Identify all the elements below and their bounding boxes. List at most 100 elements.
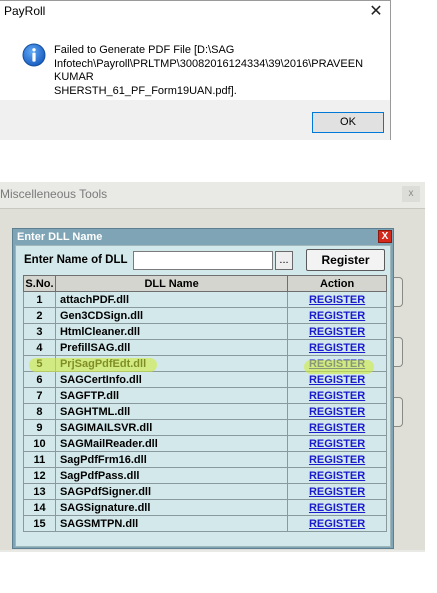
register-link[interactable]: REGISTER	[309, 454, 365, 466]
row-action: REGISTER	[287, 483, 387, 500]
row-sno: 7	[23, 387, 56, 404]
table-row[interactable]: 7 SAGFTP.dll REGISTER	[23, 387, 387, 404]
table-row[interactable]: 11 SagPdfFrm16.dll REGISTER	[23, 451, 387, 468]
ok-button[interactable]: OK	[312, 112, 384, 133]
row-sno: 8	[23, 403, 56, 420]
row-action: REGISTER	[287, 419, 387, 436]
close-icon[interactable]: X	[378, 230, 392, 243]
dll-name-text: SAGHTML.dll	[59, 405, 131, 418]
side-tab[interactable]	[393, 397, 403, 427]
dll-name-text: SagPdfPass.dll	[59, 469, 140, 482]
row-action: REGISTER	[287, 355, 387, 372]
register-link[interactable]: REGISTER	[309, 438, 365, 450]
table-row[interactable]: 8 SAGHTML.dll REGISTER	[23, 403, 387, 420]
row-sno: 11	[23, 451, 56, 468]
row-sno: 13	[23, 483, 56, 500]
message-box-footer: OK	[0, 100, 390, 140]
enter-dll-dialog: Enter DLL Name X Enter Name of DLL ... R…	[12, 228, 394, 549]
table-row[interactable]: 4 PrefillSAG.dll REGISTER	[23, 339, 387, 356]
row-sno: 14	[23, 499, 56, 516]
column-header-sno[interactable]: S.No.	[23, 275, 56, 292]
dll-table: S.No. DLL Name Action 1 attachPDF.dll REGI…	[23, 275, 387, 532]
dll-name-text: SAGPdfSigner.dll	[59, 485, 152, 498]
row-dll-name: SAGFTP.dll	[54, 387, 289, 404]
table-row[interactable]: 3 HtmlCleaner.dll REGISTER	[23, 323, 387, 340]
register-link[interactable]: REGISTER	[309, 326, 365, 338]
browse-button[interactable]: ...	[275, 251, 293, 270]
row-sno: 10	[23, 435, 56, 452]
info-icon	[22, 43, 46, 67]
register-link[interactable]: REGISTER	[309, 310, 365, 322]
row-dll-name: SAGSignature.dll	[54, 499, 289, 516]
register-link[interactable]: REGISTER	[309, 342, 365, 354]
row-action: REGISTER	[287, 451, 387, 468]
row-dll-name: PrefillSAG.dll	[54, 339, 289, 356]
register-link[interactable]: REGISTER	[309, 358, 365, 370]
register-link[interactable]: REGISTER	[309, 406, 365, 418]
dll-name-text: SagPdfFrm16.dll	[59, 453, 147, 466]
table-row[interactable]: 1 attachPDF.dll REGISTER	[23, 291, 387, 308]
table-row[interactable]: 5 PrjSagPdfEdt.dll REGISTER	[23, 355, 387, 372]
close-icon[interactable]: x	[402, 186, 420, 202]
dll-name-text: SAGCertInfo.dll	[59, 373, 142, 386]
row-action: REGISTER	[287, 339, 387, 356]
register-link[interactable]: REGISTER	[309, 518, 365, 530]
column-header-action[interactable]: Action	[287, 275, 387, 292]
row-dll-name: attachPDF.dll	[54, 291, 289, 308]
dll-name-input[interactable]	[133, 251, 273, 270]
register-link[interactable]: REGISTER	[309, 422, 365, 434]
table-row[interactable]: 9 SAGIMAILSVR.dll REGISTER	[23, 419, 387, 436]
register-button[interactable]: Register	[306, 249, 385, 271]
dll-name-text: Gen3CDSign.dll	[59, 309, 144, 322]
table-row[interactable]: 6 SAGCertInfo.dll REGISTER	[23, 371, 387, 388]
row-sno: 1	[23, 291, 56, 308]
row-sno: 3	[23, 323, 56, 340]
row-action: REGISTER	[287, 387, 387, 404]
row-action: REGISTER	[287, 371, 387, 388]
table-row[interactable]: 15 SAGSMTPN.dll REGISTER	[23, 515, 387, 532]
register-link[interactable]: REGISTER	[309, 294, 365, 306]
row-dll-name: HtmlCleaner.dll	[54, 323, 289, 340]
dll-name-text: SAGFTP.dll	[59, 389, 120, 402]
dll-name-text: SAGIMAILSVR.dll	[59, 421, 153, 434]
message-line: SHERSTH_61_PF_Form19UAN.pdf].	[54, 84, 237, 97]
dll-name-text: SAGSignature.dll	[59, 501, 151, 514]
table-row[interactable]: 10 SAGMailReader.dll REGISTER	[23, 435, 387, 452]
register-link[interactable]: REGISTER	[309, 486, 365, 498]
dll-name-label: Enter Name of DLL	[24, 254, 128, 266]
row-sno: 5	[23, 355, 56, 372]
row-action: REGISTER	[287, 291, 387, 308]
row-action: REGISTER	[287, 515, 387, 532]
register-link[interactable]: REGISTER	[309, 390, 365, 402]
row-sno: 15	[23, 515, 56, 532]
row-dll-name: Gen3CDSign.dll	[54, 307, 289, 324]
payroll-message-box: PayRoll ✕ Failed to Generate PDF File [D…	[0, 0, 391, 140]
table-row[interactable]: 12 SagPdfPass.dll REGISTER	[23, 467, 387, 484]
row-dll-name: SAGCertInfo.dll	[54, 371, 289, 388]
dialog-title: Enter DLL Name	[17, 231, 103, 243]
side-tab[interactable]	[393, 277, 403, 307]
row-action: REGISTER	[287, 307, 387, 324]
register-link[interactable]: REGISTER	[309, 502, 365, 514]
row-sno: 6	[23, 371, 56, 388]
row-action: REGISTER	[287, 467, 387, 484]
table-row[interactable]: 2 Gen3CDSign.dll REGISTER	[23, 307, 387, 324]
row-sno: 2	[23, 307, 56, 324]
row-action: REGISTER	[287, 323, 387, 340]
column-header-dll-name[interactable]: DLL Name	[54, 275, 289, 292]
dll-name-text: SAGSMTPN.dll	[59, 517, 139, 530]
close-icon[interactable]: ✕	[365, 3, 387, 21]
message-line: Infotech\Payroll\PRLTMP\30082016124334\3…	[54, 57, 364, 84]
row-dll-name: SagPdfFrm16.dll	[54, 451, 289, 468]
table-row[interactable]: 14 SAGSignature.dll REGISTER	[23, 499, 387, 516]
table-row[interactable]: 13 SAGPdfSigner.dll REGISTER	[23, 483, 387, 500]
register-link[interactable]: REGISTER	[309, 470, 365, 482]
misc-window-title: Miscelleneous Tools	[0, 187, 108, 201]
side-tab[interactable]	[393, 337, 403, 367]
register-link[interactable]: REGISTER	[309, 374, 365, 386]
table-header-row: S.No. DLL Name Action	[23, 275, 387, 292]
dialog-body: Enter Name of DLL ... Register S.No. DLL…	[15, 245, 391, 547]
message-line: Failed to Generate PDF File [D:\SAG	[54, 44, 235, 56]
dll-name-text: HtmlCleaner.dll	[59, 325, 141, 338]
message-box-body: Failed to Generate PDF File [D:\SAG Info…	[0, 29, 390, 99]
